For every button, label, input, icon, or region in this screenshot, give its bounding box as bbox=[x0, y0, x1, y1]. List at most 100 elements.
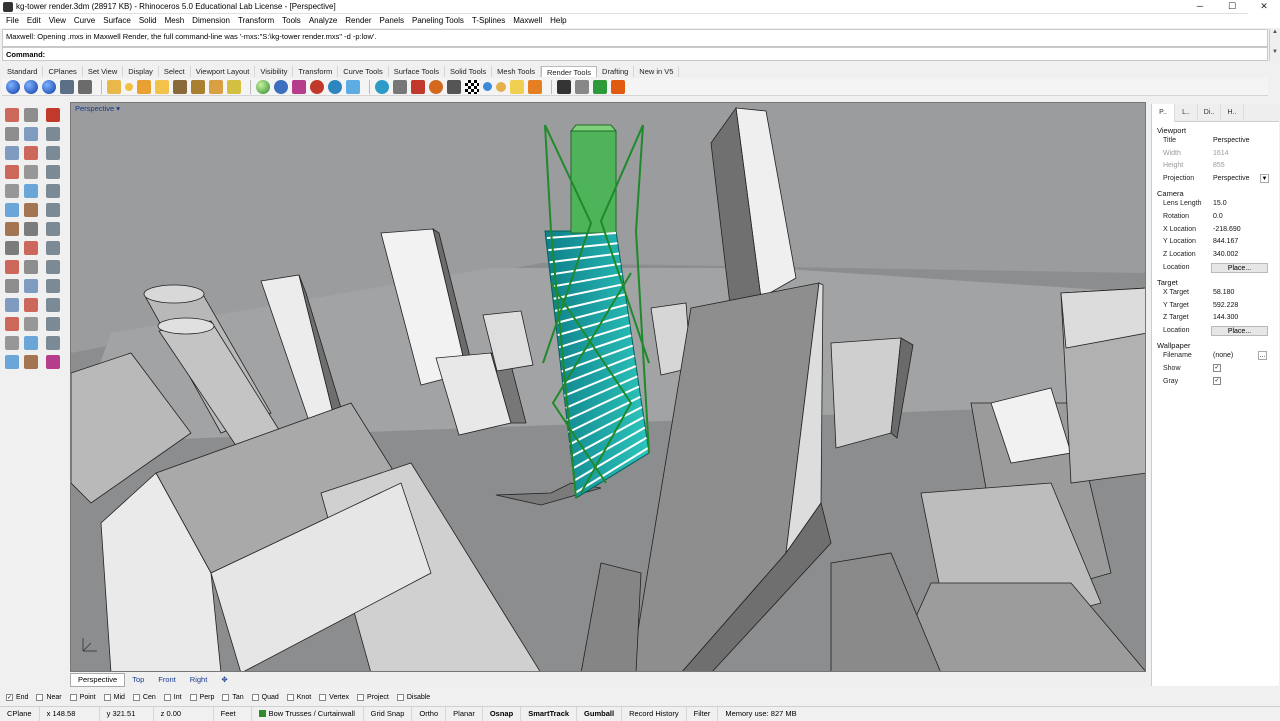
menu-view[interactable]: View bbox=[45, 14, 70, 28]
osnap-checkbox[interactable]: ✓ bbox=[6, 694, 13, 701]
zoom-tool-icon[interactable] bbox=[24, 336, 38, 350]
snap-tool-icon[interactable] bbox=[5, 336, 19, 350]
status-filter[interactable]: Filter bbox=[687, 706, 719, 721]
edit-light-icon[interactable] bbox=[191, 79, 205, 94]
sun-icon[interactable] bbox=[227, 79, 241, 94]
viewport-tool-icon[interactable] bbox=[46, 146, 60, 160]
osnap-int[interactable]: Int bbox=[163, 694, 182, 701]
texture-icon[interactable] bbox=[292, 79, 306, 94]
boolean-tool-icon[interactable] bbox=[5, 298, 19, 312]
osnap-quad[interactable]: Quad bbox=[251, 694, 279, 701]
osnap-checkbox[interactable] bbox=[36, 694, 44, 701]
folder-icon[interactable] bbox=[510, 79, 524, 94]
osnap-knot[interactable]: Knot bbox=[286, 694, 311, 701]
tab-curve-tools[interactable]: Curve Tools bbox=[338, 66, 389, 77]
osnap-checkbox[interactable] bbox=[396, 694, 404, 701]
help-tab[interactable]: H.. bbox=[1221, 104, 1244, 122]
osnap-end[interactable]: ✓ End bbox=[6, 694, 28, 701]
viewport-tool-icon[interactable] bbox=[46, 222, 60, 236]
circle-tool-icon[interactable] bbox=[24, 127, 38, 141]
osnap-checkbox[interactable] bbox=[222, 694, 230, 701]
osnap-mid[interactable]: Mid bbox=[103, 694, 125, 701]
status-ortho[interactable]: Ortho bbox=[412, 706, 447, 721]
tab-viewport-layout[interactable]: Viewport Layout bbox=[191, 66, 256, 77]
menu-file[interactable]: File bbox=[2, 14, 23, 28]
viewport-tool-icon[interactable] bbox=[46, 108, 60, 122]
mirror-tool-icon[interactable] bbox=[5, 279, 19, 293]
tab-set-view[interactable]: Set View bbox=[83, 66, 124, 77]
lamp-icon[interactable] bbox=[496, 81, 506, 92]
snapshot-icon[interactable] bbox=[575, 79, 589, 94]
orange-sphere-icon[interactable] bbox=[429, 79, 443, 94]
polygon-tool-icon[interactable] bbox=[5, 165, 19, 179]
menu-analyze[interactable]: Analyze bbox=[305, 14, 341, 28]
osnap-disable[interactable]: Disable bbox=[396, 694, 430, 701]
command-input[interactable] bbox=[48, 50, 1264, 58]
prop-projection-value[interactable]: Perspective bbox=[1211, 175, 1259, 182]
viewport-tool-icon[interactable] bbox=[46, 317, 60, 331]
freeform-tool-icon[interactable] bbox=[24, 165, 38, 179]
move-tool-icon[interactable] bbox=[24, 241, 38, 255]
osnap-tan[interactable]: Tan bbox=[222, 694, 244, 701]
tab-perspective[interactable]: Perspective bbox=[70, 673, 126, 687]
osnap-checkbox[interactable] bbox=[319, 694, 327, 701]
red-box-icon[interactable] bbox=[411, 79, 425, 94]
tab-transform[interactable]: Transform bbox=[293, 66, 339, 77]
tab-mesh-tools[interactable]: Mesh Tools bbox=[492, 66, 541, 77]
render-window-icon[interactable] bbox=[42, 79, 56, 94]
menu-solid[interactable]: Solid bbox=[135, 14, 161, 28]
prop-lens-value[interactable]: 15.0 bbox=[1211, 200, 1268, 207]
viewport-tool-icon[interactable] bbox=[46, 336, 60, 350]
curve-tool-icon[interactable] bbox=[5, 127, 19, 141]
osnap-checkbox[interactable] bbox=[103, 694, 111, 701]
tab-select[interactable]: Select bbox=[159, 66, 191, 77]
status-osnap[interactable]: Osnap bbox=[483, 706, 522, 721]
camera-place-button[interactable]: Place... bbox=[1211, 262, 1268, 273]
array-tool-icon[interactable] bbox=[24, 279, 38, 293]
viewport-tool-icon[interactable] bbox=[46, 241, 60, 255]
dimension-tool-icon[interactable] bbox=[5, 317, 19, 331]
menu-panels[interactable]: Panels bbox=[376, 14, 408, 28]
maxwell-render-icon[interactable] bbox=[593, 79, 607, 94]
osnap-point[interactable]: Point bbox=[69, 694, 96, 701]
tab-top[interactable]: Top bbox=[125, 674, 151, 686]
wallpaper-browse-button[interactable]: … bbox=[1258, 351, 1267, 361]
text-tool-icon[interactable] bbox=[5, 184, 19, 198]
scroll-up-icon[interactable]: ▲ bbox=[1270, 29, 1280, 39]
mesh-tool-icon[interactable] bbox=[24, 222, 38, 236]
projection-dropdown-icon[interactable]: ▼ bbox=[1260, 174, 1269, 184]
surface-tool-icon[interactable] bbox=[24, 184, 38, 198]
status-layer[interactable]: Bow Trusses / Curtainwall bbox=[252, 706, 364, 721]
loft-tool-icon[interactable] bbox=[24, 203, 38, 217]
status-units[interactable]: Feet bbox=[214, 706, 252, 721]
cylinder-primitive-icon[interactable] bbox=[393, 79, 407, 94]
scroll-down-icon[interactable]: ▼ bbox=[1270, 49, 1280, 59]
scale-tool-icon[interactable] bbox=[24, 260, 38, 274]
maximize-button[interactable]: ☐ bbox=[1216, 0, 1248, 14]
render-preview-icon[interactable] bbox=[24, 79, 38, 94]
sphere-primitive-icon[interactable] bbox=[375, 79, 389, 94]
prop-xloc-value[interactable]: -218.690 bbox=[1211, 226, 1268, 233]
fillet-tool-icon[interactable] bbox=[24, 298, 38, 312]
tab-front[interactable]: Front bbox=[151, 674, 183, 686]
viewport-menu-chevron-icon[interactable]: ▾ bbox=[116, 104, 120, 113]
close-button[interactable]: ✕ bbox=[1248, 0, 1280, 14]
directional-light-icon[interactable] bbox=[137, 79, 151, 94]
add-viewport-tab-icon[interactable]: ✥ bbox=[214, 674, 234, 686]
render-settings-icon[interactable] bbox=[78, 79, 92, 94]
osnap-checkbox[interactable] bbox=[163, 694, 171, 701]
analyze-tool-icon[interactable] bbox=[24, 317, 38, 331]
material-editor-icon[interactable] bbox=[256, 79, 270, 94]
perspective-viewport[interactable]: Perspective ▾ bbox=[70, 102, 1146, 672]
osnap-checkbox[interactable] bbox=[69, 694, 77, 701]
osnap-checkbox[interactable] bbox=[132, 694, 140, 701]
viewport-tool-icon[interactable] bbox=[46, 184, 60, 198]
prop-ztarget-value[interactable]: 144.300 bbox=[1211, 314, 1268, 321]
box-mapping-icon[interactable] bbox=[346, 79, 360, 94]
extrude-tool-icon[interactable] bbox=[5, 203, 19, 217]
osnap-perp[interactable]: Perp bbox=[189, 694, 214, 701]
prop-title-value[interactable]: Perspective bbox=[1211, 137, 1268, 144]
tab-solid-tools[interactable]: Solid Tools bbox=[445, 66, 493, 77]
status-grid-snap[interactable]: Grid Snap bbox=[364, 706, 413, 721]
gear-icon[interactable] bbox=[528, 79, 542, 94]
